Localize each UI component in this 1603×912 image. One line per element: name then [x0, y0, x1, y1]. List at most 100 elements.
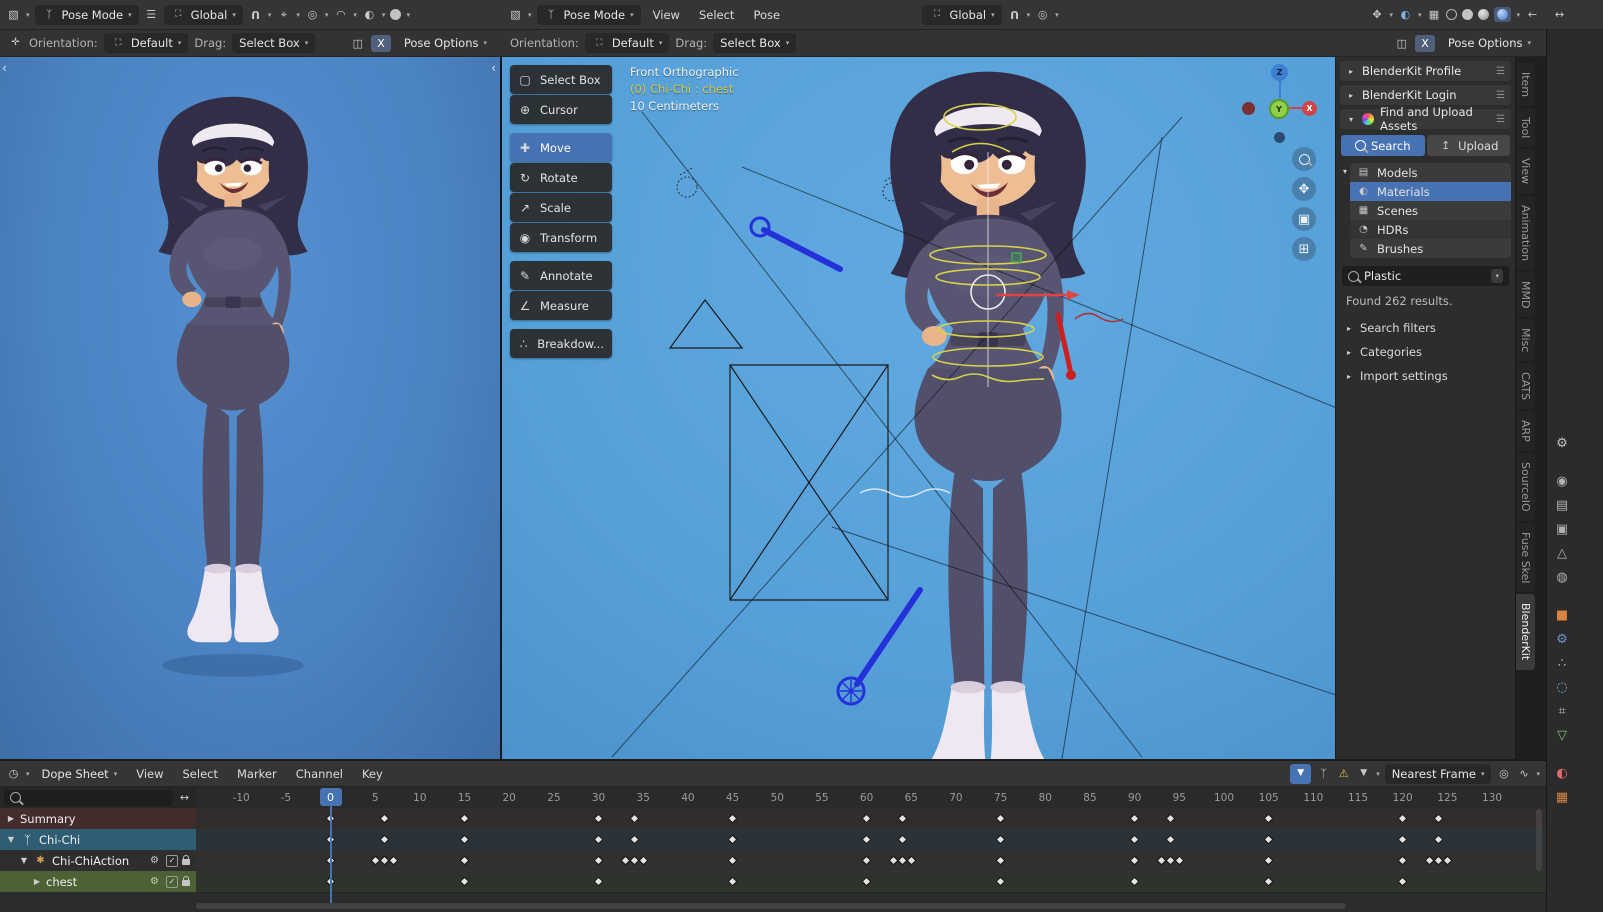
modifier-wrench-icon[interactable]: ⚙: [147, 874, 162, 890]
tool-measure[interactable]: ∠Measure: [510, 291, 612, 320]
xray-icon[interactable]: ▦: [1426, 7, 1441, 23]
channel-row-summary[interactable]: ▶Summary: [0, 808, 196, 829]
shading-wireframe-icon[interactable]: [1446, 9, 1457, 20]
sidebar-tab-mmd[interactable]: MMD: [1516, 272, 1535, 317]
properties-tab-data[interactable]: ▽: [1550, 724, 1574, 746]
blenderkit-login-panel[interactable]: ▸ BlenderKit Login ☰: [1340, 85, 1511, 105]
sidebar-tab-view[interactable]: View: [1516, 149, 1535, 193]
properties-tab-object[interactable]: ■: [1550, 604, 1574, 626]
sidebar-tab-animation[interactable]: Animation: [1516, 196, 1535, 270]
panel-grip-icon[interactable]: ☰: [1496, 66, 1505, 77]
pose-options-dropdown[interactable]: Pose Options ▾: [397, 33, 494, 53]
tool-cursor[interactable]: ⊕Cursor: [510, 95, 612, 124]
search-options-icon[interactable]: ▾: [1491, 269, 1503, 283]
falloff-icon[interactable]: ◠: [333, 7, 348, 23]
sidebar-tab-tool[interactable]: Tool: [1516, 108, 1535, 147]
horizontal-scrollbar[interactable]: [196, 903, 1346, 909]
channel-enable-checkbox[interactable]: ✓: [166, 855, 178, 867]
sidebar-tab-blenderkit[interactable]: BlenderKit: [1516, 594, 1535, 669]
current-frame-line[interactable]: [330, 806, 332, 903]
orientation-dropdown[interactable]: ⛶ Global ▾: [922, 5, 1001, 25]
shading-material-icon[interactable]: [1478, 9, 1489, 20]
toolbar-collapsed-arrow-icon[interactable]: ‹: [2, 61, 7, 75]
tool-breakdow-[interactable]: ∴Breakdow...: [510, 329, 612, 358]
overlays-icon[interactable]: ◐: [1398, 7, 1413, 23]
orthographic-toggle-button[interactable]: ⊞: [1292, 237, 1316, 261]
mode-dropdown[interactable]: ᛉ Pose Mode ▾: [537, 5, 641, 25]
tool-transform[interactable]: ◉Transform: [510, 223, 612, 252]
viewport-right[interactable]: Front Orthographic (0) Chi-Chi : chest 1…: [502, 57, 1515, 759]
vertical-scrollbar[interactable]: [1536, 809, 1542, 871]
pan-hand-button[interactable]: ✥: [1292, 177, 1316, 201]
shading-solid-icon[interactable]: [390, 9, 401, 20]
mirror-icon[interactable]: ◫: [1394, 35, 1409, 51]
snap-magnet-icon[interactable]: U: [248, 7, 263, 23]
mode-dropdown[interactable]: ᛉ Pose Mode ▾: [35, 5, 139, 25]
upload-tab-button[interactable]: ↥ Upload: [1427, 135, 1511, 156]
menu-view[interactable]: View: [646, 4, 687, 26]
properties-tab-material[interactable]: ◐: [1550, 762, 1574, 784]
current-frame-badge[interactable]: 0: [320, 788, 342, 806]
chevron-down-icon[interactable]: ▾: [1027, 11, 1031, 19]
expand-arrow-icon[interactable]: ▶: [6, 814, 16, 823]
asset-type-expand-icon[interactable]: ▾: [1340, 167, 1350, 176]
properties-tab-view-layer[interactable]: ▣: [1550, 518, 1574, 540]
resize-editor-icon[interactable]: ↔: [1552, 7, 1567, 23]
snap-target-icon[interactable]: ⌖: [276, 7, 291, 23]
asset-type-brushes[interactable]: ✎Brushes: [1350, 239, 1511, 258]
gizmo-z-axis[interactable]: Z: [1271, 64, 1288, 81]
channel-lock-icon[interactable]: [182, 880, 190, 886]
shading-rendered-active[interactable]: [1494, 7, 1511, 22]
drag-dropdown[interactable]: Select Box ▾: [232, 33, 315, 53]
properties-tab-constraints[interactable]: ⌗: [1550, 700, 1574, 722]
asset-type-hdrs[interactable]: ◔HDRs: [1350, 220, 1511, 239]
snap-magnet-icon[interactable]: U: [1007, 7, 1022, 23]
editor-type-icon[interactable]: ▧: [6, 7, 21, 23]
editor-type-icon[interactable]: ▧: [508, 7, 523, 23]
mirror-x-toggle[interactable]: X: [1415, 35, 1435, 52]
sidebar-tab-arp[interactable]: ARP: [1516, 411, 1535, 451]
channel-enable-checkbox[interactable]: ✓: [166, 876, 178, 888]
gizmo-neg-x-axis[interactable]: [1242, 102, 1255, 115]
gizmo-x-axis[interactable]: X: [1302, 101, 1317, 116]
channel-row-chi-chiaction[interactable]: ▼✱Chi-ChiAction⚙✓: [0, 850, 196, 871]
chevron-down-icon[interactable]: ▾: [296, 11, 300, 19]
tool-move[interactable]: ✚Move: [510, 133, 612, 162]
chevron-down-icon[interactable]: ▾: [1418, 11, 1422, 19]
chevron-down-icon[interactable]: ▾: [1516, 11, 1520, 19]
properties-tab-render[interactable]: ◉: [1550, 470, 1574, 492]
drag-dropdown[interactable]: Select Box ▾: [713, 33, 796, 53]
chevron-down-icon[interactable]: ▾: [1055, 11, 1059, 19]
mirror-icon[interactable]: ◫: [350, 35, 365, 51]
transform-pivot-icon[interactable]: ✛: [8, 35, 23, 51]
tool-select-box[interactable]: ▢Select Box: [510, 65, 612, 94]
panel-grip-icon[interactable]: ☰: [1496, 90, 1505, 101]
collapse-header-arrow-icon[interactable]: ←: [1525, 7, 1540, 23]
zoom-button[interactable]: [1292, 147, 1316, 171]
chevron-down-icon[interactable]: ▾: [325, 11, 329, 19]
properties-tab-modifiers[interactable]: ⚙: [1550, 628, 1574, 650]
tool-annotate[interactable]: ✎Annotate: [510, 261, 612, 290]
channel-row-chi-chi[interactable]: ▼ᛉChi-Chi: [0, 829, 196, 850]
camera-view-button[interactable]: ▣: [1292, 207, 1316, 231]
show-gizmo-icon[interactable]: ✥: [1369, 7, 1384, 23]
section-search-filters[interactable]: ▸ Search filters: [1336, 318, 1515, 338]
collapse-arrow-icon[interactable]: ▼: [6, 835, 16, 844]
channel-row-chest[interactable]: ▶chest⚙✓: [0, 871, 196, 892]
properties-tab-particles[interactable]: ∴: [1550, 652, 1574, 674]
sidebar-collapsed-arrow-icon[interactable]: ‹: [491, 61, 496, 75]
collapsed-menus-icon[interactable]: ☰: [144, 7, 159, 23]
section-categories[interactable]: ▸ Categories: [1336, 342, 1515, 362]
asset-search-field[interactable]: ▾: [1342, 266, 1509, 286]
proportional-editing-icon[interactable]: ◎: [1035, 7, 1050, 23]
asset-search-input[interactable]: [1364, 269, 1486, 283]
orientation-default-dropdown[interactable]: ⛶ Default ▾: [104, 33, 189, 53]
chevron-down-icon[interactable]: ▾: [268, 11, 272, 19]
sidebar-tab-sourceio[interactable]: SourceIO: [1516, 453, 1535, 521]
tool-scale[interactable]: ↗Scale: [510, 193, 612, 222]
proportional-editing-icon[interactable]: ◎: [305, 7, 320, 23]
expand-arrow-icon[interactable]: ▶: [32, 877, 42, 886]
properties-tab-tool[interactable]: ⚙: [1550, 432, 1574, 454]
pose-options-dropdown[interactable]: Pose Options ▾: [1441, 33, 1538, 53]
search-tab-button[interactable]: Search: [1341, 135, 1425, 156]
